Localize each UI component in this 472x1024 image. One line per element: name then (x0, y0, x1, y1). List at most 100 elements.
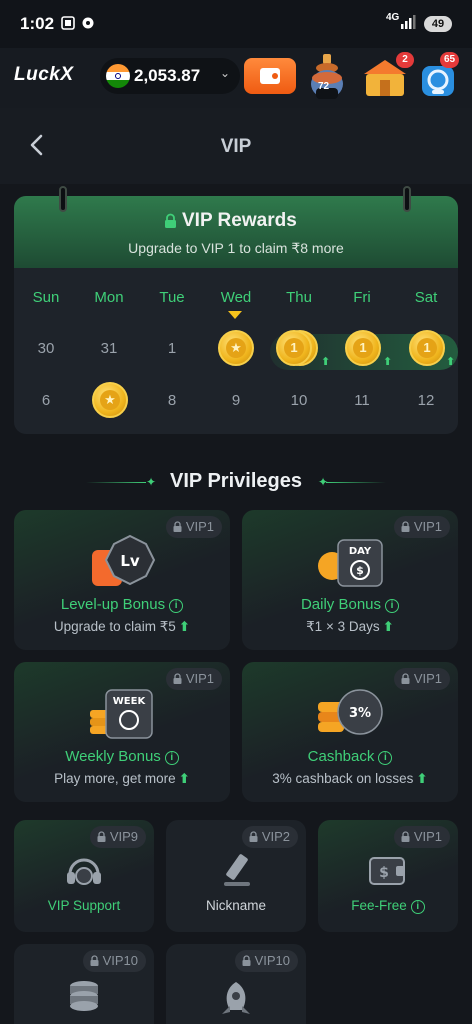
card-description: Upgrade to claim ₹5 (53, 619, 176, 634)
level-pot-icon[interactable] (304, 52, 350, 100)
battery-indicator: 49 (424, 16, 452, 32)
rocket-icon (222, 982, 250, 1014)
level-up-bonus-card[interactable]: VIP1 Lv Level-up Bonus i Upgrade to claim… (14, 510, 230, 650)
lock-icon (249, 831, 258, 842)
lock-icon (401, 673, 410, 684)
card-description: Play more, get more (54, 771, 176, 786)
coin-reward-stack: 1 (276, 330, 312, 366)
svg-text:DAY: DAY (349, 546, 372, 557)
headset-icon (67, 858, 101, 885)
weekday-thu: Thu (286, 289, 312, 306)
pencil-icon (224, 854, 250, 886)
svg-text:Lv: Lv (120, 552, 140, 570)
lock-icon (97, 831, 106, 842)
page-title: VIP (220, 136, 252, 157)
date-cell: 12 (417, 392, 435, 409)
rewards-title: VIP Rewards (182, 210, 297, 231)
weekday-sun: Sun (32, 289, 60, 306)
wallet-icon (260, 68, 280, 84)
rewards-header: VIP Rewards Upgrade to VIP 1 to claim ₹8… (14, 196, 458, 268)
privileges-title: VIP Privileges (170, 470, 302, 492)
vip-requirement-badge: VIP10 (234, 950, 298, 972)
card-title: Level-up Bonus (60, 596, 166, 613)
weekday-tue: Tue (159, 289, 185, 306)
fee-free-card[interactable]: VIP1 $ Fee-Free i (318, 820, 458, 932)
india-flag-icon (106, 64, 130, 88)
lock-icon (173, 521, 182, 532)
upgrade-arrow-icon: ⬆ (321, 356, 331, 368)
weekday-sat: Sat (414, 289, 438, 306)
upgrade-arrow-icon: ⬆ (178, 619, 191, 634)
lock-icon (242, 955, 251, 966)
card-title: Weekly Bonus (65, 748, 161, 765)
vip-requirement-badge: VIP1 (165, 516, 222, 538)
info-icon[interactable]: i (378, 751, 393, 765)
card-description: ₹1 × 3 Days (306, 619, 380, 634)
app-logo[interactable]: LuckX (14, 64, 74, 86)
vip-requirement-badge: VIP1 (393, 668, 450, 690)
vip-requirement-badge: VIP1 (165, 668, 222, 690)
weekly-bonus-card[interactable]: VIP1 WEEK Weekly Bonus i Play more, get m… (14, 662, 230, 802)
date-cell: 8 (167, 392, 177, 409)
date-cell: 9 (231, 392, 241, 409)
date-cell: 10 (290, 392, 308, 409)
lock-icon (173, 673, 182, 684)
screenshot-icon (61, 16, 75, 30)
svg-text:3%: 3% (349, 706, 371, 721)
support-badge: 65 (440, 52, 460, 68)
upgrade-arrow-icon: ⬆ (382, 619, 394, 634)
settings-icon (82, 17, 94, 29)
privilege-card[interactable]: VIP10 (14, 944, 154, 1024)
calendar-ring-left (59, 186, 67, 212)
daily-calendar-icon: DAY $ (318, 539, 383, 587)
vip-support-card[interactable]: VIP9 VIP Support (14, 820, 154, 932)
gift-badge: 2 (396, 52, 414, 68)
lock-icon (165, 213, 176, 228)
vip-requirement-badge: VIP10 (82, 950, 146, 972)
chevron-down-icon: ⌄ (220, 66, 231, 80)
vip-requirement-badge: VIP1 (393, 516, 450, 538)
star-coin-icon: ★ (92, 382, 128, 418)
page-nav: VIP (0, 108, 472, 184)
weekday-wed: Wed (220, 289, 252, 306)
nickname-card[interactable]: VIP2 Nickname (166, 820, 306, 932)
balance-selector[interactable]: 2,053.87 ⌄ (100, 58, 240, 94)
divider-right (326, 482, 386, 483)
status-bar: 1:02 4G 49 (0, 0, 472, 48)
info-icon[interactable]: i (410, 900, 425, 914)
date-cell: 1 (167, 340, 177, 357)
upgrade-arrow-icon: ⬆ (416, 771, 428, 786)
cashback-card[interactable]: VIP1 3% Cashback i 3% cashback on losses ⬆ (242, 662, 458, 802)
coin-stack-icon (70, 981, 98, 1011)
rewards-subtitle: Upgrade to VIP 1 to claim ₹8 more (128, 240, 344, 256)
info-icon[interactable]: i (164, 751, 179, 765)
daily-bonus-card[interactable]: VIP1 DAY $ Daily Bonus i ₹1 × 3 Days ⬆ (242, 510, 458, 650)
info-icon[interactable]: i (385, 599, 400, 613)
lock-icon (401, 831, 410, 842)
calendar-ring-right (403, 186, 411, 212)
coin-reward[interactable]: 1 (345, 330, 381, 366)
upgrade-arrow-icon: ⬆ (446, 356, 456, 368)
privilege-card[interactable]: VIP10 (166, 944, 306, 1024)
level-number: 72 (318, 81, 330, 92)
date-cell: 11 (354, 392, 370, 409)
card-title: Fee-Free (351, 898, 407, 913)
date-cell: 30 (37, 340, 55, 357)
balance-amount: 2,053.87 (134, 66, 201, 85)
lock-icon (90, 955, 99, 966)
cashback-icon: 3% (318, 689, 383, 735)
vip-requirement-badge: VIP9 (89, 826, 146, 848)
wallet-icon: $ (369, 857, 405, 885)
today-marker-icon (228, 311, 242, 319)
vip-requirement-badge: VIP2 (241, 826, 298, 848)
svg-text:$: $ (356, 564, 364, 577)
card-title: Daily Bonus (300, 596, 382, 613)
coin-reward[interactable]: 1 (409, 330, 445, 366)
svg-text:$: $ (379, 865, 389, 881)
network-label: 4G (386, 12, 400, 23)
weekday-mon: Mon (94, 289, 124, 306)
card-title: Cashback (307, 748, 375, 765)
info-icon[interactable]: i (169, 599, 184, 613)
star-coin-icon: ★ (218, 330, 254, 366)
wallet-button[interactable] (244, 58, 296, 94)
